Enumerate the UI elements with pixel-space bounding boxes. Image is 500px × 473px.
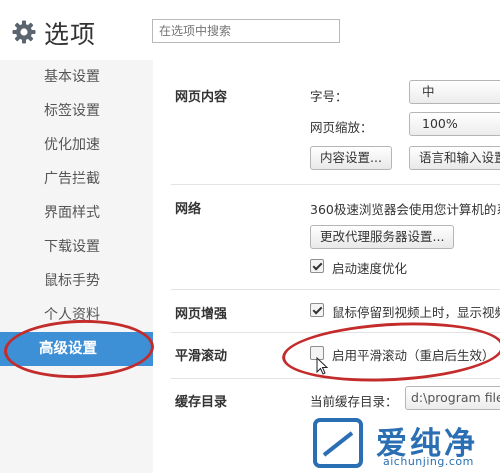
sidebar-item-tabs[interactable]: 标签设置 — [0, 94, 153, 128]
sidebar-item-gestures[interactable]: 鼠标手势 — [0, 264, 153, 298]
sidebar-item-optimize[interactable]: 优化加速 — [0, 128, 153, 162]
sidebar-item-adblock[interactable]: 广告拦截 — [0, 162, 153, 196]
cache-current-label: 当前缓存目录： — [310, 394, 398, 409]
section-label-cache: 缓存目录 — [175, 395, 228, 410]
sidebar-item-download[interactable]: 下载设置 — [0, 230, 153, 264]
network-description: 360极速浏览器会使用您计算机的系 — [310, 202, 500, 217]
zoom-select[interactable]: 100% — [409, 112, 500, 136]
cache-path-value: d:\program files — [411, 390, 500, 405]
mouse-cursor-icon — [316, 357, 328, 375]
speed-optimize-label: 启动速度优化 — [332, 261, 408, 276]
content-settings-button[interactable]: 内容设置... — [310, 146, 392, 170]
section-label-smoothscroll: 平滑滚动 — [175, 349, 228, 364]
zoom-value: 100% — [422, 116, 458, 131]
options-header: 选项 — [0, 0, 500, 60]
cache-path-field[interactable]: d:\program files — [405, 386, 500, 410]
section-label-webenhance: 网页增强 — [175, 307, 228, 322]
speed-optimize-checkbox[interactable] — [310, 259, 324, 273]
divider — [171, 184, 500, 185]
hover-video-label: 鼠标停留到视频上时，显示视频 — [332, 305, 500, 320]
sidebar-item-basic[interactable]: 基本设置 — [0, 60, 153, 94]
font-size-value: 中 — [422, 84, 435, 99]
zoom-label: 网页缩放： — [310, 120, 373, 135]
gear-icon — [12, 20, 36, 44]
section-label-webcontent: 网页内容 — [175, 90, 228, 105]
sidebar-item-appearance[interactable]: 界面样式 — [0, 196, 153, 230]
proxy-settings-button[interactable]: 更改代理服务器设置... — [310, 225, 455, 249]
language-input-button[interactable]: 语言和输入设置 — [409, 146, 500, 170]
hover-video-checkbox[interactable] — [310, 303, 324, 317]
settings-panel: 网页内容 字号： 中 网页缩放： 100% 内容设置... 语言和输入设置 网络… — [153, 60, 500, 473]
section-label-network: 网络 — [175, 202, 202, 217]
sidebar: 基本设置 标签设置 优化加速 广告拦截 界面样式 下载设置 鼠标手势 个人资料 … — [0, 60, 156, 473]
page-title: 选项 — [44, 20, 97, 49]
font-size-select[interactable]: 中 — [409, 80, 500, 104]
watermark-url: aichunjing.com — [383, 455, 474, 468]
font-size-label: 字号： — [310, 89, 348, 104]
search-input[interactable] — [152, 19, 340, 43]
watermark-logo-icon — [313, 418, 363, 468]
divider — [171, 289, 500, 290]
